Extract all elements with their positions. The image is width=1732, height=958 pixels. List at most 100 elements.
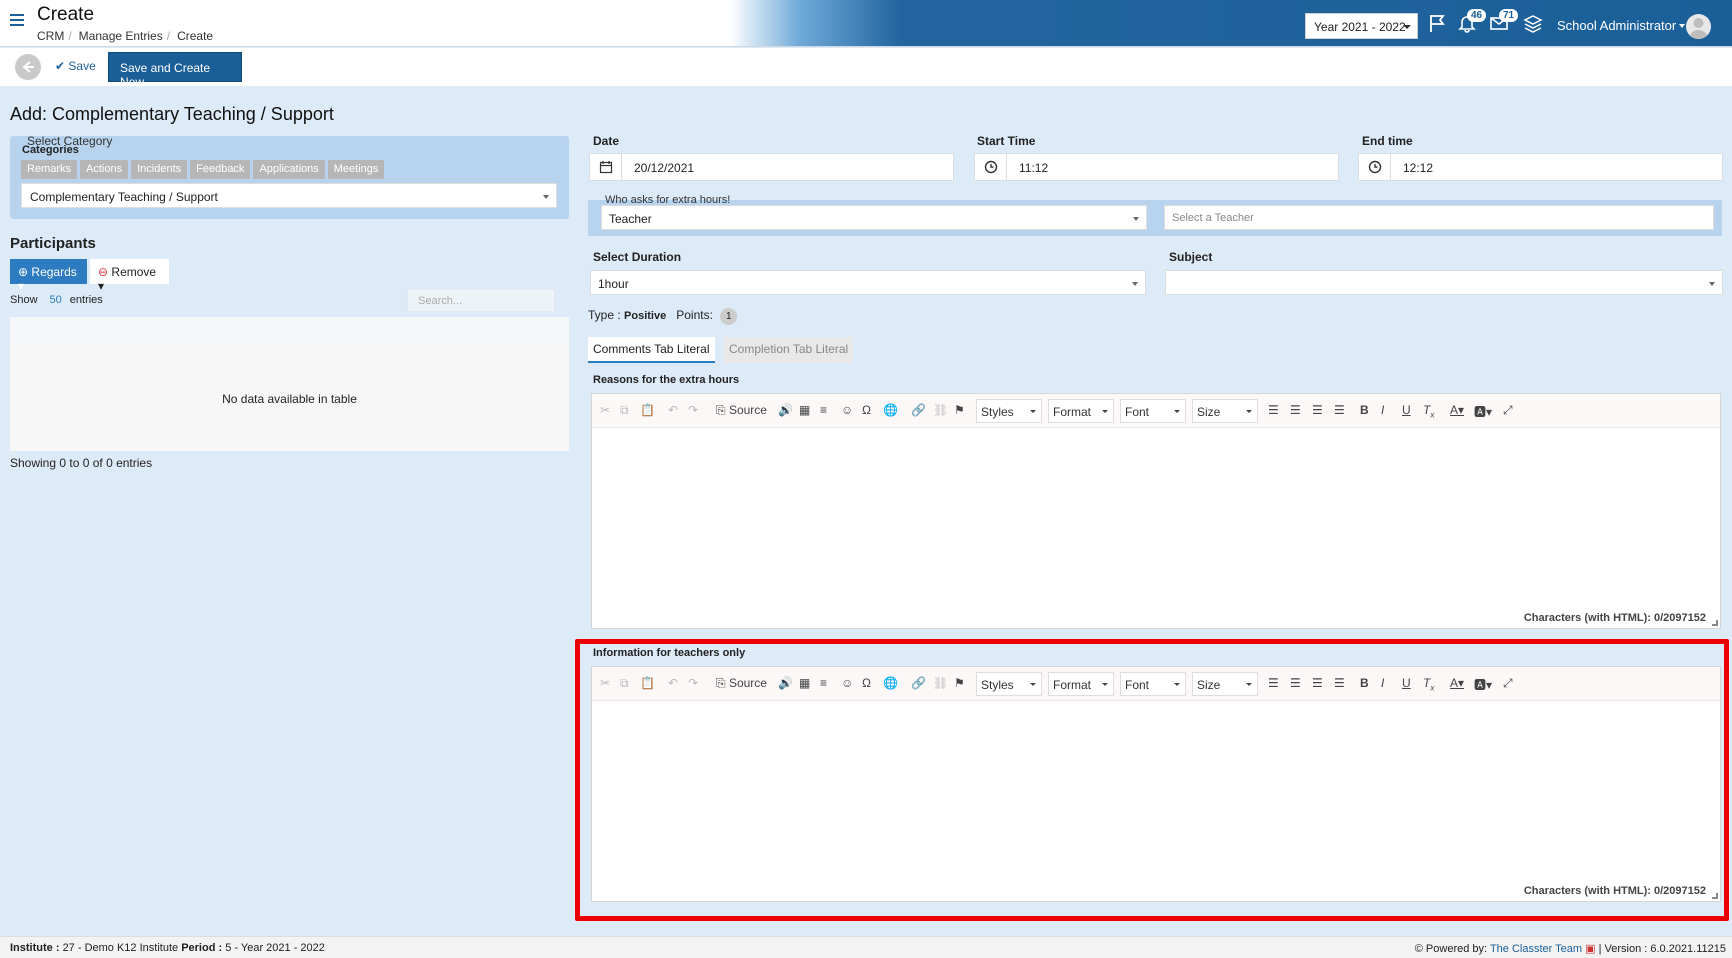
bold-icon[interactable]: B	[1360, 403, 1369, 417]
reasons-editor-body[interactable]	[592, 429, 1720, 608]
smiley-icon[interactable]: ☺	[841, 403, 853, 417]
bold-icon[interactable]: B	[1360, 676, 1369, 690]
duration-select[interactable]: 1hour	[590, 270, 1146, 295]
align-right-icon[interactable]: ☰	[1312, 403, 1323, 417]
resize-handle[interactable]	[1712, 620, 1718, 626]
unlink-icon[interactable]: ⛓	[933, 676, 948, 690]
italic-icon[interactable]: I	[1381, 403, 1384, 417]
maximize-icon[interactable]: ⤢	[1503, 403, 1513, 418]
redo-icon[interactable]: ↷	[688, 676, 698, 690]
tab-completion[interactable]: Completion Tab Literal	[724, 337, 854, 363]
classter-team-link[interactable]: The Classter Team	[1490, 943, 1582, 955]
back-button[interactable]	[15, 54, 41, 80]
breadcrumb-crm[interactable]: CRM	[37, 29, 64, 43]
info-editor-body[interactable]	[592, 702, 1720, 881]
who-asks-select[interactable]: Teacher	[601, 205, 1147, 230]
text-color-icon[interactable]: A▾	[1450, 403, 1464, 417]
styles-dropdown[interactable]: Styles	[976, 672, 1042, 696]
paste-icon[interactable]: 📋	[640, 403, 655, 417]
size-dropdown[interactable]: Size	[1192, 399, 1258, 423]
undo-icon[interactable]: ↶	[668, 676, 678, 690]
category-tab-meetings[interactable]: Meetings	[327, 160, 385, 179]
horizontal-line-icon[interactable]: ≡	[820, 403, 827, 417]
subject-select[interactable]	[1165, 270, 1723, 295]
teacher-select[interactable]: Select a Teacher	[1164, 205, 1714, 230]
anchor-flag-icon[interactable]: ⚑	[954, 676, 965, 690]
align-center-icon[interactable]: ☰	[1290, 403, 1301, 417]
align-left-icon[interactable]: ☰	[1268, 676, 1279, 690]
category-tab-actions[interactable]: Actions	[80, 160, 129, 179]
remove-format-icon[interactable]: Tx	[1423, 676, 1434, 692]
source-button[interactable]: ⎘ Source	[716, 676, 767, 691]
avatar[interactable]	[1686, 14, 1711, 39]
horizontal-line-icon[interactable]: ≡	[820, 676, 827, 690]
italic-icon[interactable]: I	[1381, 676, 1384, 690]
category-tab-remarks[interactable]: Remarks	[21, 160, 78, 179]
copy-icon[interactable]: ⧉	[620, 676, 629, 691]
align-right-icon[interactable]: ☰	[1312, 676, 1323, 690]
unlink-icon[interactable]: ⛓	[933, 403, 948, 417]
category-tab-feedback[interactable]: Feedback	[190, 160, 251, 179]
participants-search-input[interactable]: Search...	[407, 289, 555, 312]
format-dropdown[interactable]: Format	[1048, 399, 1114, 423]
flag-icon[interactable]	[1427, 13, 1447, 36]
undo-icon[interactable]: ↶	[668, 403, 678, 417]
date-field[interactable]: 20/12/2021	[589, 153, 954, 181]
regards-button[interactable]: ⊕ Regards ▾	[10, 259, 87, 293]
clock-icon[interactable]	[975, 154, 1007, 180]
format-dropdown[interactable]: Format	[1048, 672, 1114, 696]
align-left-icon[interactable]: ☰	[1268, 403, 1279, 417]
paste-icon[interactable]: 📋	[640, 676, 655, 690]
category-tab-incidents[interactable]: Incidents	[131, 160, 188, 179]
size-dropdown[interactable]: Size	[1192, 672, 1258, 696]
remove-button[interactable]: ⊖ Remove ▾	[90, 259, 169, 293]
year-select[interactable]: Year 2021 - 2022	[1305, 13, 1418, 39]
globe-icon[interactable]: 🌐	[883, 676, 898, 690]
font-dropdown[interactable]: Font	[1120, 399, 1186, 423]
audio-icon[interactable]: 🔊	[778, 403, 793, 417]
layers-icon[interactable]	[1523, 13, 1543, 36]
background-color-icon[interactable]: 🅰▾	[1474, 403, 1492, 420]
save-button[interactable]: ✔ Save	[55, 59, 96, 73]
link-icon[interactable]: 🔗	[911, 676, 926, 690]
smiley-icon[interactable]: ☺	[841, 676, 853, 690]
tab-comments[interactable]: Comments Tab Literal	[588, 337, 715, 363]
underline-icon[interactable]: U	[1402, 403, 1411, 417]
table-icon[interactable]: ▦	[799, 676, 810, 690]
source-button[interactable]: ⎘ Source	[716, 403, 767, 418]
cut-icon[interactable]: ✂	[600, 403, 610, 417]
special-char-icon[interactable]: Ω	[862, 676, 871, 690]
justify-icon[interactable]: ☰	[1334, 676, 1345, 690]
breadcrumb-manage-entries[interactable]: Manage Entries	[79, 29, 163, 43]
calendar-icon[interactable]	[590, 154, 622, 180]
copy-icon[interactable]: ⧉	[620, 403, 629, 418]
font-dropdown[interactable]: Font	[1120, 672, 1186, 696]
text-color-icon[interactable]: A▾	[1450, 676, 1464, 690]
link-icon[interactable]: 🔗	[911, 403, 926, 417]
save-and-create-new-button[interactable]: Save and Create New	[108, 52, 242, 89]
category-select[interactable]: Complementary Teaching / Support	[21, 183, 557, 208]
category-tab-applications[interactable]: Applications	[253, 160, 325, 179]
remove-format-icon[interactable]: Tx	[1423, 403, 1434, 419]
start-time-field[interactable]: 11:12	[974, 153, 1339, 181]
page-length-select[interactable]: 50	[50, 294, 62, 306]
menu-icon[interactable]	[10, 14, 24, 26]
redo-icon[interactable]: ↷	[688, 403, 698, 417]
underline-icon[interactable]: U	[1402, 676, 1411, 690]
bell-icon[interactable]: 46	[1457, 9, 1487, 36]
envelope-icon[interactable]: 71	[1489, 9, 1519, 36]
globe-icon[interactable]: 🌐	[883, 403, 898, 417]
justify-icon[interactable]: ☰	[1334, 403, 1345, 417]
styles-dropdown[interactable]: Styles	[976, 399, 1042, 423]
special-char-icon[interactable]: Ω	[862, 403, 871, 417]
end-time-field[interactable]: 12:12	[1358, 153, 1723, 181]
resize-handle[interactable]	[1712, 893, 1718, 899]
audio-icon[interactable]: 🔊	[778, 676, 793, 690]
clock-icon[interactable]	[1359, 154, 1391, 180]
background-color-icon[interactable]: 🅰▾	[1474, 676, 1492, 693]
user-caret-icon[interactable]	[1679, 24, 1685, 28]
align-center-icon[interactable]: ☰	[1290, 676, 1301, 690]
anchor-flag-icon[interactable]: ⚑	[954, 403, 965, 417]
user-name[interactable]: School Administrator	[1557, 18, 1676, 33]
cut-icon[interactable]: ✂	[600, 676, 610, 690]
